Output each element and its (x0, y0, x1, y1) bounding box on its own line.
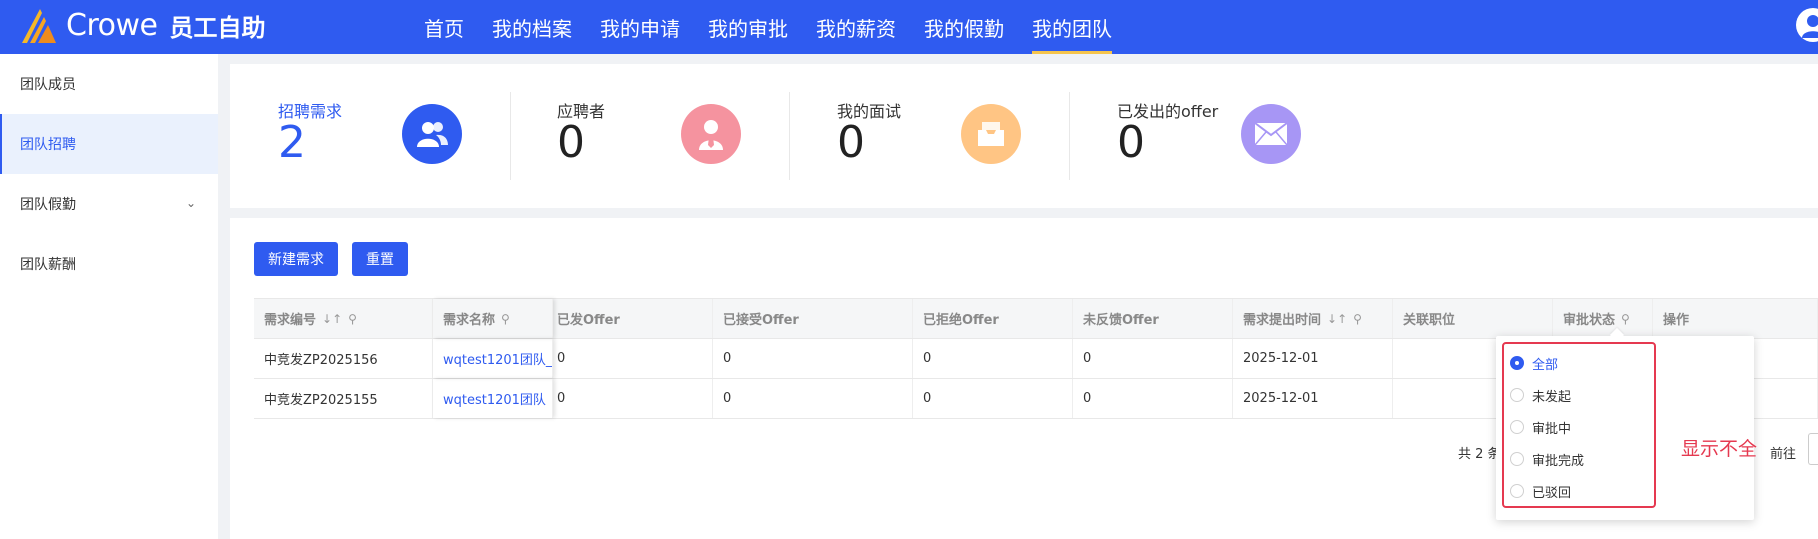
nav-my-team[interactable]: 我的团队 (1018, 0, 1126, 54)
filter-option-in-approval[interactable]: 审批中 (1510, 417, 1571, 437)
column-header-label: 需求提出时间 (1243, 313, 1322, 328)
cell-demand-name-link[interactable]: wqtest1201团队 (433, 379, 553, 418)
brand-logo[interactable]: Crowe 员工自助 (18, 3, 265, 47)
new-demand-button[interactable]: 新建需求 (254, 242, 338, 276)
filter-option-label: 审批完成 (1532, 453, 1585, 469)
nav-my-attendance[interactable]: 我的假勤 (910, 0, 1018, 54)
table-header: 需求编号 ↓↑ ⚲ 需求名称 ⚲ 已发Offer 已接受Offer 已拒绝Offer … (254, 299, 1818, 339)
column-header-offers-sent: 已发Offer (553, 299, 713, 338)
cell-submit-time: 2025-12-01 (1233, 339, 1393, 378)
sidebar-item-team-recruitment[interactable]: 团队招聘 (0, 114, 218, 174)
radio-icon (1510, 452, 1524, 466)
cell-offers-sent: 0 (553, 339, 713, 378)
stat-value: 0 (1117, 117, 1145, 168)
filter-option-not-started[interactable]: 未发起 (1510, 385, 1571, 405)
users-icon (402, 104, 462, 164)
column-header-approval-status[interactable]: 审批状态 ⚲ (1553, 299, 1653, 338)
search-icon[interactable]: ⚲ (1621, 312, 1630, 326)
applicant-icon (681, 104, 741, 164)
filter-option-label: 未发起 (1532, 389, 1572, 405)
stat-divider (1069, 92, 1070, 180)
stat-divider (510, 92, 511, 180)
column-header-offers-rejected: 已拒绝Offer (913, 299, 1073, 338)
main-nav: 首页 我的档案 我的申请 我的审批 我的薪资 我的假勤 我的团队 (410, 0, 1126, 54)
nav-my-profile[interactable]: 我的档案 (478, 0, 586, 54)
column-header-demand-name[interactable]: 需求名称 ⚲ (433, 299, 553, 338)
column-header-label: 审批状态 (1563, 313, 1616, 328)
sort-icon[interactable]: ↓↑ (322, 312, 342, 326)
filter-option-label: 审批中 (1532, 421, 1572, 437)
mail-icon (1241, 104, 1301, 164)
cell-demand-id: 中竞发ZP2025156 (254, 339, 433, 378)
sidebar-item-label: 团队招聘 (20, 137, 76, 153)
radio-icon (1510, 420, 1524, 434)
filter-option-approved[interactable]: 审批完成 (1510, 449, 1584, 469)
annotation-note: 显示不全 (1681, 438, 1758, 460)
nav-my-applications[interactable]: 我的申请 (586, 0, 694, 54)
search-icon[interactable]: ⚲ (348, 312, 357, 326)
cell-demand-name-link[interactable]: wqtest1201团队_ (433, 339, 553, 378)
cell-offers-sent: 0 (553, 379, 713, 418)
radio-icon (1510, 484, 1524, 498)
column-header-related-position: 关联职位 (1393, 299, 1553, 338)
user-avatar[interactable] (1796, 8, 1818, 42)
filter-option-rejected[interactable]: 已驳回 (1510, 481, 1571, 501)
cell-offers-no-feedback: 0 (1073, 379, 1233, 418)
filter-option-all[interactable]: 全部 (1510, 353, 1558, 373)
cell-submit-time: 2025-12-01 (1233, 379, 1393, 418)
sidebar-item-label: 团队假勤 (20, 197, 76, 213)
chevron-down-icon: ⌄ (185, 196, 196, 210)
column-header-actions: 操作 (1653, 299, 1818, 338)
sidebar-item-label: 团队薪酬 (20, 257, 76, 273)
approval-status-filter-dropdown: 全部 未发起 审批中 审批完成 已驳回 (1496, 336, 1754, 520)
search-icon[interactable]: ⚲ (1353, 312, 1362, 326)
search-icon[interactable]: ⚲ (501, 312, 510, 326)
app-name: 员工自助 (169, 13, 266, 42)
brand-name: Crowe (66, 7, 158, 43)
reset-button[interactable]: 重置 (352, 242, 408, 276)
cell-offers-rejected: 0 (913, 339, 1073, 378)
column-header-submit-time[interactable]: 需求提出时间 ↓↑ ⚲ (1233, 299, 1393, 338)
stat-value: 0 (837, 117, 865, 168)
sort-icon[interactable]: ↓↑ (1327, 312, 1347, 326)
nav-my-approvals[interactable]: 我的审批 (694, 0, 802, 54)
cell-demand-id: 中竞发ZP2025155 (254, 379, 433, 418)
inbox-icon (961, 104, 1021, 164)
pagination-page-input[interactable] (1808, 433, 1818, 465)
cell-offers-no-feedback: 0 (1073, 339, 1233, 378)
radio-icon (1510, 388, 1524, 402)
filter-option-label: 全部 (1532, 357, 1559, 373)
user-icon (1802, 15, 1818, 38)
sidebar-item-label: 团队成员 (20, 77, 76, 93)
sidebar-item-team-members[interactable]: 团队成员 (0, 54, 218, 114)
nav-home[interactable]: 首页 (410, 0, 478, 54)
stats-panel: 招聘需求 2 应聘者 0 我的面试 0 已发出的offer 0 (230, 64, 1818, 208)
top-navbar: Crowe 员工自助 首页 我的档案 我的申请 我的审批 我的薪资 我的假勤 我… (0, 0, 1818, 54)
sidebar-item-team-attendance[interactable]: 团队假勤 ⌄ (0, 174, 218, 234)
sidebar: 团队成员 团队招聘 团队假勤 ⌄ 团队薪酬 (0, 54, 218, 539)
cell-offers-accepted: 0 (713, 339, 913, 378)
column-header-offers-no-feedback: 未反馈Offer (1073, 299, 1233, 338)
pagination-goto-label: 前往 (1770, 447, 1797, 462)
column-header-demand-id[interactable]: 需求编号 ↓↑ ⚲ (254, 299, 433, 338)
column-header-label: 需求编号 (264, 313, 317, 328)
nav-my-salary[interactable]: 我的薪资 (802, 0, 910, 54)
column-header-label: 需求名称 (443, 313, 496, 328)
radio-icon (1510, 356, 1524, 370)
cell-offers-accepted: 0 (713, 379, 913, 418)
crowe-logo-icon (22, 9, 56, 43)
stat-divider (789, 92, 790, 180)
pagination-total: 共 2 条 (1458, 447, 1501, 462)
stat-value: 2 (278, 117, 306, 168)
stat-value: 0 (557, 117, 585, 168)
sidebar-item-team-compensation[interactable]: 团队薪酬 (0, 234, 218, 294)
filter-option-label: 已驳回 (1532, 485, 1572, 501)
cell-offers-rejected: 0 (913, 379, 1073, 418)
column-header-offers-accepted: 已接受Offer (713, 299, 913, 338)
